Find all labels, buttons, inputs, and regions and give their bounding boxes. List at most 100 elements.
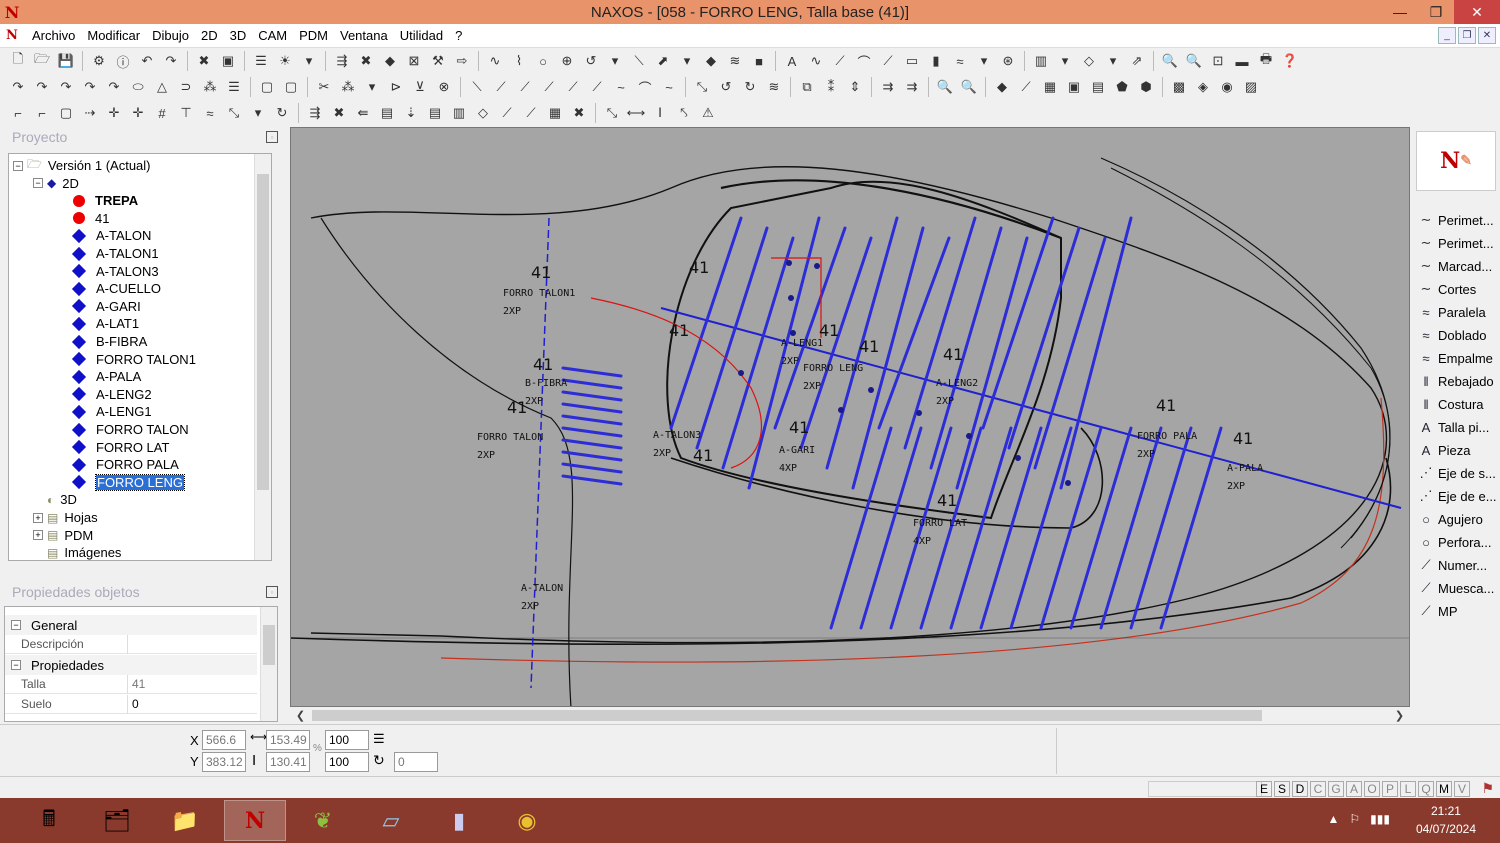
edit-tool-icon[interactable]: ◇: [471, 102, 495, 124]
snap-flag-a[interactable]: A: [1346, 781, 1362, 797]
tree-scrollbar[interactable]: [254, 154, 271, 560]
tool-hole[interactable]: ○ Agujero: [1416, 508, 1498, 530]
draw-tool-icon[interactable]: ▩: [1167, 76, 1191, 98]
tree-scroll-thumb[interactable]: [257, 174, 269, 490]
width-field[interactable]: 153.49: [266, 730, 310, 750]
close-button[interactable]: ✕: [1454, 0, 1500, 24]
tree-item[interactable]: ◐ 3D: [33, 491, 77, 508]
main-tool-icon[interactable]: 🔍: [1158, 50, 1182, 72]
draw-tool-icon[interactable]: ▾: [360, 76, 384, 98]
tool-icon[interactable]: ▮: [428, 800, 490, 841]
tool-text-size[interactable]: A Talla pi...: [1416, 416, 1498, 438]
tool-parallel[interactable]: ≈ Paralela: [1416, 301, 1498, 323]
tree-item[interactable]: FORRO LAT: [71, 439, 169, 456]
draw-tool-icon[interactable]: ⬟: [1110, 76, 1134, 98]
draw-tool-icon[interactable]: ◈: [1191, 76, 1215, 98]
pin-icon[interactable]: ▫: [266, 586, 278, 598]
draw-tool-icon[interactable]: ⤡: [690, 76, 714, 98]
maximize-button[interactable]: ❐: [1418, 0, 1454, 24]
draw-tool-icon[interactable]: ↺: [714, 76, 738, 98]
main-tool-icon[interactable]: ⊛: [996, 50, 1020, 72]
main-tool-icon[interactable]: 🔍: [1182, 50, 1206, 72]
draw-tool-icon[interactable]: ≋: [762, 76, 786, 98]
tree-item[interactable]: + ▤ PDM: [33, 527, 93, 544]
y-coordinate-field[interactable]: 383.12: [202, 752, 246, 772]
main-tool-icon[interactable]: ▬: [1230, 50, 1254, 72]
tool-joint[interactable]: ≈ Empalme: [1416, 347, 1498, 369]
main-tool-icon[interactable]: 💾: [54, 50, 78, 72]
draw-tool-icon[interactable]: ↷: [102, 76, 126, 98]
draw-tool-icon[interactable]: ⊗: [432, 76, 456, 98]
main-tool-icon[interactable]: ▮: [924, 50, 948, 72]
hscroll-thumb[interactable]: [312, 710, 1262, 721]
main-tool-icon[interactable]: ∿: [483, 50, 507, 72]
collapse-icon[interactable]: −: [33, 178, 43, 189]
draw-tool-icon[interactable]: ⟋: [537, 76, 561, 98]
draw-tool-icon[interactable]: ↷: [54, 76, 78, 98]
edit-tool-icon[interactable]: ⇚: [351, 102, 375, 124]
main-tool-icon[interactable]: ▥: [1029, 50, 1053, 72]
main-tool-icon[interactable]: ⊕: [555, 50, 579, 72]
tool-axis2[interactable]: ⋰ Eje de e...: [1416, 485, 1498, 507]
main-tool-icon[interactable]: ✖: [192, 50, 216, 72]
draw-tool-icon[interactable]: ⟍: [465, 76, 489, 98]
main-tool-icon[interactable]: ▾: [297, 50, 321, 72]
main-tool-icon[interactable]: 🗋: [6, 50, 30, 72]
snap-flag-d[interactable]: D: [1292, 781, 1308, 797]
tool-mp[interactable]: ⟋ MP: [1416, 600, 1498, 622]
draw-tool-icon[interactable]: ⇉: [876, 76, 900, 98]
pattern-drawing[interactable]: FORRO TALON1 2XP B-FIBRA 2XP FORRO TALON 2XP A…: [291, 128, 1410, 707]
property-value[interactable]: 0: [127, 694, 257, 714]
main-tool-icon[interactable]: ⇗: [1125, 50, 1149, 72]
main-tool-icon[interactable]: ☀: [273, 50, 297, 72]
draw-tool-icon[interactable]: ↷: [30, 76, 54, 98]
draw-tool-icon[interactable]: ↻: [738, 76, 762, 98]
tree-item[interactable]: A-LENG2: [71, 386, 152, 403]
edit-tool-icon[interactable]: ⇣: [399, 102, 423, 124]
draw-tool-icon[interactable]: ⟋: [561, 76, 585, 98]
scale-y-field[interactable]: 100: [325, 752, 369, 772]
tool-mark[interactable]: ∼ Marcad...: [1416, 255, 1498, 277]
collapse-icon[interactable]: −: [11, 620, 21, 630]
tree-item[interactable]: FORRO TALON: [71, 421, 189, 438]
main-tool-icon[interactable]: ▾: [1101, 50, 1125, 72]
draw-tool-icon[interactable]: 🔍: [933, 76, 957, 98]
tray-icons[interactable]: ▲ ⚐ ▮▮▮: [1328, 812, 1390, 826]
edit-tool-icon[interactable]: ⚠: [696, 102, 720, 124]
tree-item[interactable]: FORRO LENG: [71, 473, 185, 491]
main-tool-icon[interactable]: ▭: [900, 50, 924, 72]
main-tool-icon[interactable]: ▣: [216, 50, 240, 72]
draw-tool-icon[interactable]: ☰: [222, 76, 246, 98]
main-tool-icon[interactable]: ≈: [948, 50, 972, 72]
main-tool-icon[interactable]: ⟍: [627, 50, 651, 72]
snap-flag-l[interactable]: L: [1400, 781, 1416, 797]
snap-flag-e[interactable]: E: [1256, 781, 1272, 797]
tree-item[interactable]: A-TALON1: [71, 245, 159, 262]
minimize-button[interactable]: —: [1382, 0, 1418, 24]
menu-help[interactable]: ?: [449, 28, 468, 43]
draw-tool-icon[interactable]: ⟋: [1014, 76, 1038, 98]
snap-flag-s[interactable]: S: [1274, 781, 1290, 797]
main-tool-icon[interactable]: ☰: [249, 50, 273, 72]
rotation-field[interactable]: 0: [394, 752, 438, 772]
main-tool-icon[interactable]: ⟋: [828, 50, 852, 72]
main-tool-icon[interactable]: ⚒: [426, 50, 450, 72]
tool-axis[interactable]: ⋰ Eje de s...: [1416, 462, 1498, 484]
main-tool-icon[interactable]: ≋: [723, 50, 747, 72]
menu-ventana[interactable]: Ventana: [334, 28, 394, 43]
tool-perimeter[interactable]: ∼ Perimet...: [1416, 209, 1498, 231]
edit-tool-icon[interactable]: ⌐: [30, 102, 54, 124]
scroll-left-icon[interactable]: ❮: [292, 707, 309, 724]
tree-item[interactable]: A-TALON: [71, 227, 151, 244]
menu-3d[interactable]: 3D: [224, 28, 253, 43]
properties-scrollbar[interactable]: [260, 607, 277, 721]
draw-tool-icon[interactable]: ⊃: [174, 76, 198, 98]
tool-seam[interactable]: ‖ Costura: [1416, 393, 1498, 415]
main-tool-icon[interactable]: 🗁: [30, 50, 54, 72]
tree-item[interactable]: A-LENG1: [71, 403, 152, 420]
tool-numbering[interactable]: ⟋ Numer...: [1416, 554, 1498, 576]
draw-tool-icon[interactable]: ~: [609, 76, 633, 98]
plants-icon[interactable]: ❦: [292, 800, 354, 841]
tree-item[interactable]: TREPA: [73, 192, 138, 209]
main-tool-icon[interactable]: ⚙: [87, 50, 111, 72]
